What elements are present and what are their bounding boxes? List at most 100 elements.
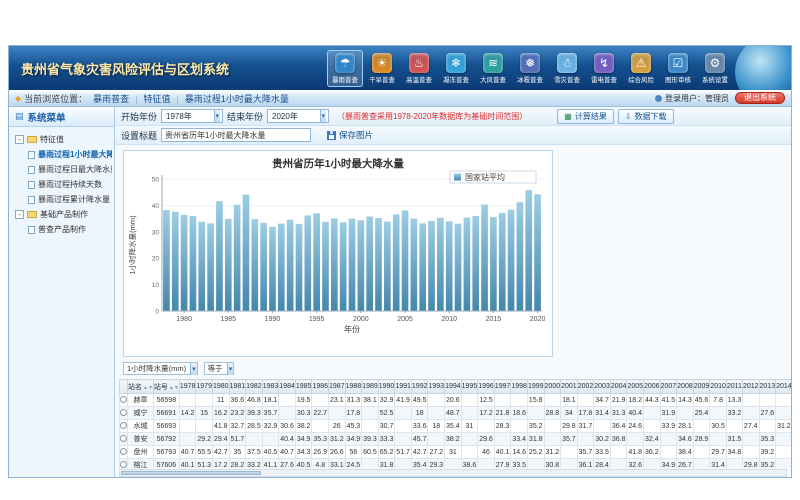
main-body: ▤ 系统菜单 -特征值暴雨过程1小时最大降水量暴雨过程日最大降水量暴雨过程持续天…	[9, 107, 791, 477]
module-hail[interactable]: ❅冰雹普查	[512, 50, 548, 87]
chart-bar	[428, 221, 435, 311]
module-settings[interactable]: ⚙系统设置	[697, 50, 733, 87]
year-header[interactable]: 2006	[644, 380, 661, 394]
year-header[interactable]: 2012	[742, 380, 759, 394]
value-cell: 36.6	[229, 394, 246, 407]
year-header[interactable]: 1985	[295, 380, 312, 394]
year-header[interactable]: 2007	[660, 380, 677, 394]
year-header[interactable]: 1983	[262, 380, 279, 394]
year-header[interactable]: 2002	[577, 380, 594, 394]
station-id-header[interactable]: 站号▲▼	[153, 380, 179, 394]
year-header[interactable]: 1982	[246, 380, 263, 394]
login-user-label: 登录用户：管理员	[665, 93, 729, 104]
year-header[interactable]: 1992	[411, 380, 428, 394]
year-header[interactable]: 2010	[710, 380, 727, 394]
tree-item[interactable]: 暴雨过程1小时最大降水量	[11, 147, 112, 162]
tree-group[interactable]: -基础产品制作	[11, 207, 112, 222]
save-image-button[interactable]: 保存图片	[321, 128, 379, 142]
start-year-select[interactable]: 1978年▾	[161, 109, 223, 123]
module-heat[interactable]: ♨高温普查	[401, 50, 437, 87]
collapse-icon[interactable]: -	[15, 135, 24, 144]
value-cell: 39.2	[759, 446, 776, 459]
year-header[interactable]: 1989	[362, 380, 379, 394]
svg-text:30: 30	[152, 229, 160, 236]
row-radio[interactable]	[120, 409, 127, 416]
chart-bar	[251, 219, 258, 311]
year-header[interactable]: 1990	[378, 380, 395, 394]
value-cell	[610, 459, 627, 469]
value-cell: 40.4	[627, 407, 644, 420]
row-radio[interactable]	[120, 435, 127, 442]
year-header[interactable]: 2001	[561, 380, 578, 394]
collapse-icon[interactable]: -	[15, 210, 24, 219]
module-rainstorm[interactable]: ☂暴雨普查	[327, 50, 363, 87]
module-freeze[interactable]: ❄凝冻普查	[438, 50, 474, 87]
filter-field-select[interactable]: 1小时降水量(mm)▾	[123, 362, 198, 375]
value-cell	[196, 394, 213, 407]
year-header[interactable]: 1979	[196, 380, 213, 394]
module-label: 高温普查	[406, 75, 432, 84]
breadcrumb-item[interactable]: 暴雨普查	[87, 94, 135, 104]
year-header[interactable]: 1986	[312, 380, 329, 394]
svg-text:20: 20	[152, 256, 160, 263]
tree-item-label: 暴雨过程持续天数	[38, 179, 102, 190]
module-review[interactable]: ☑图形审核	[660, 50, 696, 87]
tree-item[interactable]: 暴雨过程持续天数	[11, 177, 112, 192]
row-radio[interactable]	[120, 448, 127, 455]
module-drought[interactable]: ☀干旱普查	[364, 50, 400, 87]
breadcrumb-item[interactable]: 暴雨过程1小时最大降水量	[179, 94, 295, 104]
year-header[interactable]: 2013	[759, 380, 776, 394]
row-radio[interactable]	[120, 396, 127, 403]
row-radio[interactable]	[120, 422, 127, 429]
year-header[interactable]: 2014	[776, 380, 791, 394]
svg-text:1995: 1995	[309, 316, 325, 323]
year-header[interactable]: 1998	[511, 380, 528, 394]
year-header[interactable]: 2009	[693, 380, 710, 394]
filter-operator-select[interactable]: 等于▾	[204, 362, 235, 375]
module-risk[interactable]: ⚠综合风险	[623, 50, 659, 87]
calc-result-button[interactable]: ▦ 计算结果	[557, 109, 614, 124]
end-year-select[interactable]: 2020年▾	[267, 109, 329, 123]
tree-item[interactable]: 暴雨过程日最大降水量	[11, 162, 112, 177]
module-lightning[interactable]: ↯雷电普查	[586, 50, 622, 87]
module-wind[interactable]: ≋大风普查	[475, 50, 511, 87]
year-header[interactable]: 2004	[610, 380, 627, 394]
year-header[interactable]: 1991	[395, 380, 412, 394]
scrollbar-thumb[interactable]	[121, 471, 261, 475]
data-download-button[interactable]: ⇩ 数据下载	[618, 109, 674, 124]
chart-bar	[163, 210, 170, 311]
value-cell: 23.2	[229, 407, 246, 420]
range-note: （暴雨普查采用1978-2020年数据库为基础时间范围）	[337, 111, 527, 122]
year-header[interactable]: 2005	[627, 380, 644, 394]
value-cell: 45.7	[411, 433, 428, 446]
year-header[interactable]: 1987	[329, 380, 346, 394]
row-radio[interactable]	[120, 461, 127, 468]
year-header[interactable]: 1981	[229, 380, 246, 394]
year-header[interactable]: 1997	[494, 380, 511, 394]
year-header[interactable]: 1996	[478, 380, 495, 394]
station-name-header[interactable]: 站名▲▼	[128, 380, 154, 394]
chart-title-input[interactable]	[161, 128, 311, 142]
tree-group[interactable]: -特征值	[11, 132, 112, 147]
year-header[interactable]: 2000	[544, 380, 561, 394]
year-header[interactable]: 1978	[179, 380, 196, 394]
logout-button[interactable]: 退出系统	[735, 92, 785, 105]
breadcrumb-item[interactable]: 特征值	[138, 94, 177, 104]
year-header[interactable]: 1999	[527, 380, 544, 394]
tree-item[interactable]: 暴雨过程累计降水量	[11, 192, 112, 207]
year-header[interactable]: 2008	[677, 380, 694, 394]
chart-bar	[181, 215, 188, 311]
year-header[interactable]: 2003	[594, 380, 611, 394]
year-header[interactable]: 1994	[445, 380, 462, 394]
document-icon	[28, 166, 35, 174]
year-header[interactable]: 1995	[461, 380, 478, 394]
horizontal-scrollbar[interactable]	[119, 469, 787, 477]
svg-text:1990: 1990	[265, 316, 281, 323]
year-header[interactable]: 2011	[726, 380, 742, 394]
year-header[interactable]: 1988	[345, 380, 362, 394]
module-snow[interactable]: ☃雪灾普查	[549, 50, 585, 87]
tree-item[interactable]: 普查产品制作	[11, 222, 112, 237]
year-header[interactable]: 1984	[279, 380, 296, 394]
year-header[interactable]: 1993	[428, 380, 445, 394]
year-header[interactable]: 1980	[212, 380, 229, 394]
